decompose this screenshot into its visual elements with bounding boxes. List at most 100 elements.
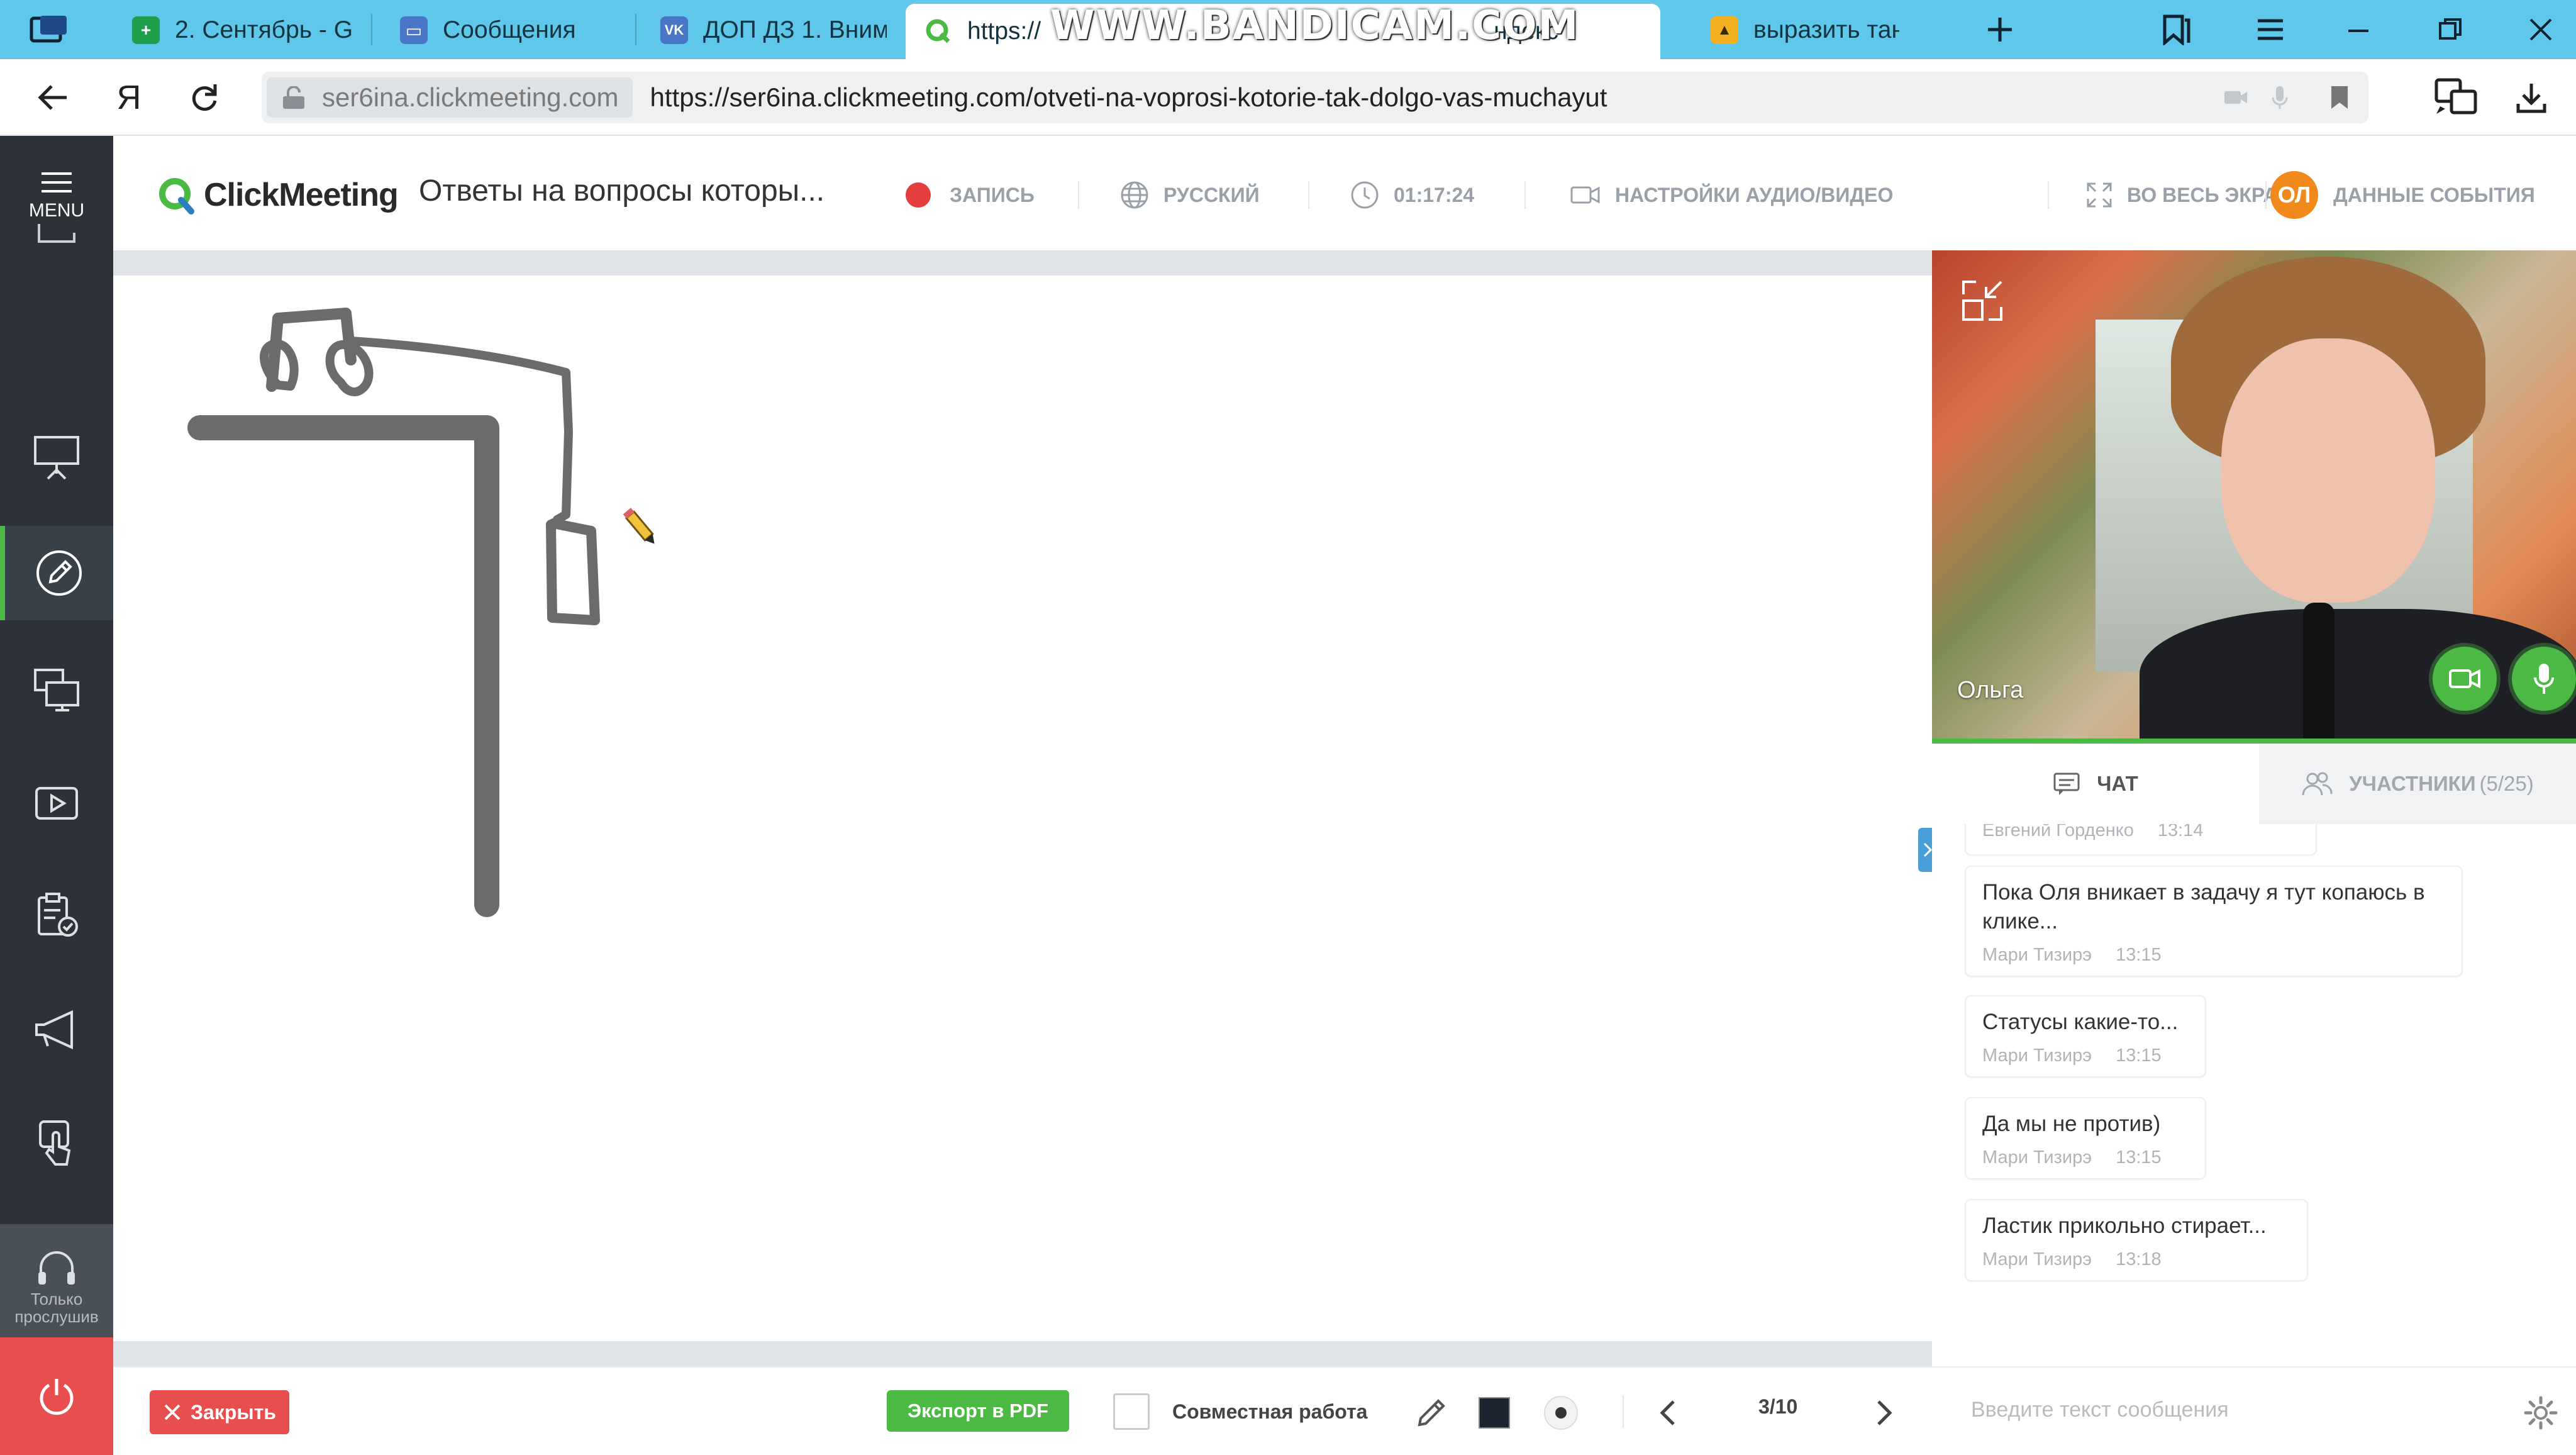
url-field[interactable]: ser6ina.clickmeeting.com https://ser6ina… — [262, 72, 2368, 123]
tabs-overview-icon[interactable] — [26, 11, 72, 49]
bookmarks-icon[interactable] — [2145, 9, 2207, 50]
list-item: Статусы какие-то... Мари Тизирэ 13:15 — [1965, 995, 2206, 1078]
browser-tab-messages[interactable]: ▭ Сообщения — [400, 6, 626, 54]
list-item: Ластик прикольно стирает... Мари Тизирэ 1… — [1965, 1199, 2308, 1281]
browser-tab-sheets[interactable]: + 2. Сентябрь - G — [132, 6, 358, 54]
sidebar-item-cta[interactable] — [0, 983, 113, 1077]
fullscreen-button[interactable]: ВО ВЕСЬ ЭКРАН — [2085, 176, 2292, 214]
chat-input[interactable]: Введите текст сообщения — [1971, 1398, 2229, 1422]
browser-tab-strip: + 2. Сентябрь - G ▭ Сообщения VK ДОП ДЗ … — [0, 0, 2576, 59]
whiteboard-canvas[interactable] — [113, 276, 1932, 1341]
browser-tab-search[interactable]: ▲ выразить танге — [1711, 6, 1899, 54]
sheets-icon: + — [132, 16, 160, 44]
whiteboard-top-border — [113, 250, 1932, 276]
color-picker-button[interactable] — [1474, 1393, 1514, 1433]
listen-only-button[interactable]: Только прослушив — [0, 1224, 113, 1337]
restore-icon[interactable] — [2419, 9, 2482, 50]
url-text: https://ser6ina.clickmeeting.com/otveti-… — [650, 82, 1607, 112]
camera-toggle-button[interactable] — [2433, 647, 2497, 711]
image-icon: ▲ — [1711, 16, 1738, 44]
prev-page-button[interactable] — [1648, 1393, 1688, 1433]
url-host-chip: ser6ina.clickmeeting.com — [267, 77, 633, 118]
tab-chat[interactable]: ЧАТ — [1932, 744, 2259, 824]
hamburger-menu-icon[interactable] — [2239, 9, 2302, 50]
vk-icon: VK — [660, 16, 688, 44]
reload-icon[interactable] — [182, 77, 226, 118]
bandicam-watermark: WWW.BANDICAM.COM — [1050, 3, 1580, 49]
yandex-icon[interactable]: Я — [107, 77, 151, 118]
record-dot-icon — [906, 182, 931, 208]
presenter-name: Ольга — [1957, 677, 2024, 703]
address-bar: Я ser6ina.clickmeeting.com https://ser6i… — [0, 59, 2576, 136]
leave-session-button[interactable] — [0, 1337, 113, 1455]
pen-tool-button[interactable] — [1411, 1393, 1452, 1433]
chat-icon — [2053, 771, 2080, 796]
mic-toggle-button[interactable] — [2512, 647, 2576, 711]
list-item: Евгений Горденко 13:14 — [1965, 824, 2317, 856]
language-selector[interactable]: РУССКИЙ — [1119, 176, 1260, 214]
hamburger-icon — [42, 172, 72, 192]
collaboration-checkbox[interactable] — [1113, 1393, 1150, 1430]
users-icon — [2301, 771, 2333, 796]
back-arrow-icon[interactable] — [31, 77, 75, 118]
list-item: Пока Оля вникает в задачу я тут копаюсь … — [1965, 866, 2463, 977]
globe-icon — [1119, 180, 1150, 210]
camera-blocked-icon[interactable] — [2220, 77, 2251, 118]
sidebar-item-screen-share[interactable] — [0, 643, 113, 737]
export-pdf-button[interactable]: Экспорт в PDF — [887, 1390, 1069, 1432]
lock-icon — [283, 86, 304, 109]
color-swatch — [1479, 1397, 1510, 1429]
chevron-left-icon — [1660, 1400, 1675, 1425]
whiteboard-drawing — [187, 308, 655, 917]
gear-icon[interactable] — [2523, 1395, 2558, 1430]
expand-arrows-icon — [2085, 181, 2113, 209]
sidebar-item-video[interactable] — [0, 756, 113, 850]
camera-icon — [2449, 669, 2480, 689]
mic-blocked-icon[interactable] — [2264, 77, 2296, 118]
collaboration-toggle[interactable]: Совместная работа — [1113, 1391, 1367, 1432]
minimize-video-icon[interactable] — [1957, 276, 2007, 326]
presenter-video: Ольга — [1932, 250, 2576, 739]
megaphone-icon — [35, 1010, 73, 1050]
pencil-cursor-icon — [623, 508, 655, 544]
clickmeeting-favicon — [924, 18, 952, 45]
tab-participants[interactable]: УЧАСТНИКИ (5/25) — [2259, 744, 2576, 824]
minimize-icon[interactable] — [2327, 9, 2390, 50]
bookmark-icon[interactable] — [2321, 77, 2358, 118]
chat-messages[interactable]: Евгений Горденко 13:14 Пока Оля вникает в… — [1932, 824, 2576, 1365]
clickmeeting-logo-icon — [159, 178, 194, 215]
download-icon[interactable] — [2509, 77, 2553, 118]
av-settings-button[interactable]: НАСТРОЙКИ АУДИО/ВИДЕО — [1570, 176, 1893, 214]
play-video-icon — [35, 787, 78, 820]
sidebar-item-presentation[interactable] — [0, 410, 113, 505]
event-data-button[interactable]: ОЛ ДАННЫЕ СОБЫТИЯ — [2270, 169, 2535, 221]
whiteboard-bottom-border — [113, 1341, 1932, 1366]
clipboard-check-icon — [38, 893, 78, 937]
avatar: ОЛ — [2270, 171, 2318, 219]
translate-icon[interactable] — [2434, 77, 2478, 118]
touch-hand-icon — [39, 1120, 71, 1166]
sidebar-item-interaction[interactable] — [0, 1096, 113, 1190]
record-button[interactable]: ЗАПИСЬ — [906, 176, 1035, 214]
clock-icon — [1350, 180, 1380, 210]
browser-tab-vk[interactable]: VK ДОП ДЗ 1. Вним — [660, 6, 887, 54]
microphone-icon — [2534, 664, 2554, 694]
pencil-circle-icon — [36, 550, 82, 596]
sidebar-item-whiteboard[interactable] — [0, 526, 113, 620]
presentation-board-icon — [34, 436, 79, 480]
stroke-width-button[interactable] — [1541, 1393, 1581, 1433]
screen-share-icon — [38, 224, 75, 243]
chat-input-bar: Введите текст сообщения — [1932, 1366, 2576, 1455]
clickmeeting-logo: ClickMeeting — [156, 171, 399, 219]
list-item: Да мы не против) Мари Тизирэ 13:15 — [1965, 1097, 2206, 1179]
close-window-icon[interactable] — [2509, 9, 2572, 50]
close-whiteboard-button[interactable]: Закрыть — [150, 1390, 289, 1434]
next-page-button[interactable] — [1864, 1393, 1904, 1433]
monitors-icon — [34, 669, 79, 711]
new-tab-plus-icon[interactable] — [1968, 9, 2031, 50]
video-camera-icon — [1570, 182, 1601, 208]
session-timer: 01:17:24 — [1350, 176, 1474, 214]
app-sidebar: MENU Только прослушив — [0, 136, 113, 1455]
sidebar-menu-button[interactable]: MENU — [0, 171, 113, 243]
sidebar-item-polls[interactable] — [0, 868, 113, 962]
